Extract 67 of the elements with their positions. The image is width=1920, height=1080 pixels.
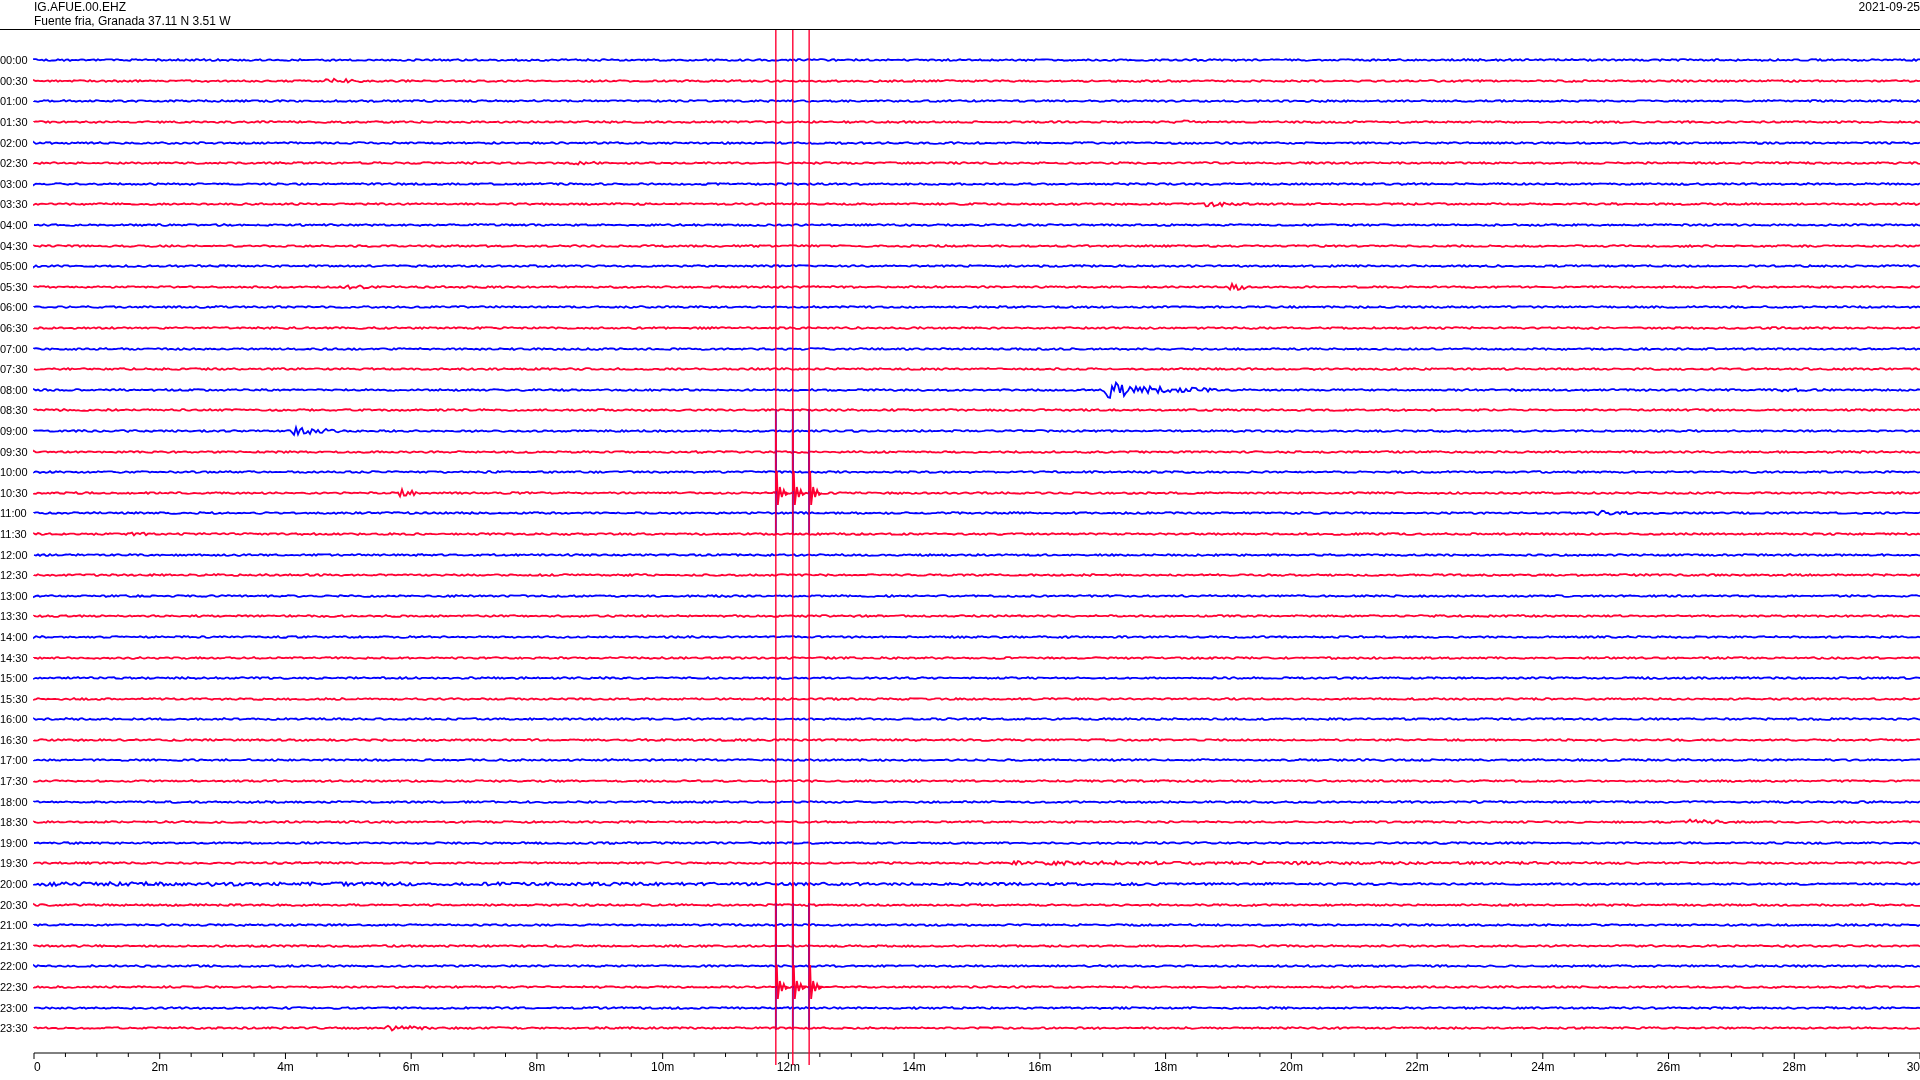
record-date: 2021-09-25 <box>1858 0 1920 14</box>
hour-label: 17:00 <box>0 754 29 767</box>
axis-label: 24m <box>1531 1059 1555 1074</box>
hour-label: 07:00 <box>0 342 29 355</box>
hour-label: 04:00 <box>0 219 29 232</box>
hour-label: 21:00 <box>0 919 29 932</box>
hour-label: 20:30 <box>0 898 29 911</box>
hour-label: 13:30 <box>0 610 29 623</box>
hour-label: 11:30 <box>0 527 28 540</box>
hour-label: 09:30 <box>0 445 29 458</box>
hour-label: 19:00 <box>0 836 29 849</box>
hour-label: 10:30 <box>0 486 29 499</box>
hour-label: 08:30 <box>0 404 29 417</box>
axis-label: 18m <box>1153 1059 1178 1074</box>
hour-label: 13:00 <box>0 589 29 602</box>
hour-label: 01:30 <box>0 116 29 129</box>
axis-label: 26m <box>1656 1059 1681 1074</box>
hour-label: 00:00 <box>0 54 29 67</box>
station-code: IG.AFUE.00.EHZ <box>34 0 128 14</box>
axis-label: 30 <box>1906 1059 1920 1074</box>
hour-label: 15:00 <box>0 672 29 685</box>
hour-label: 14:00 <box>0 630 29 643</box>
hour-label: 02:00 <box>0 136 29 149</box>
hour-label: 22:00 <box>0 960 29 973</box>
hour-label: 08:00 <box>0 383 29 396</box>
hour-label: 11:00 <box>0 507 28 520</box>
hour-label: 12:30 <box>0 569 29 582</box>
hour-label: 18:00 <box>0 795 29 808</box>
hour-label: 12:00 <box>0 548 29 561</box>
axis-label: 10m <box>651 1059 675 1074</box>
hour-label: 19:30 <box>0 857 29 870</box>
hour-label: 09:00 <box>0 425 29 437</box>
axis-label: 28m <box>1782 1059 1806 1074</box>
hour-label: 17:30 <box>0 775 29 788</box>
hour-label: 06:30 <box>0 322 29 334</box>
axis-label: 8m <box>528 1059 546 1074</box>
hour-label: 10:00 <box>0 466 29 479</box>
hour-label: 04:30 <box>0 239 29 252</box>
hour-label: 02:30 <box>0 157 29 170</box>
axis-label: 6m <box>402 1059 420 1074</box>
hour-label: 22:30 <box>0 981 29 993</box>
hour-label: 14:30 <box>0 651 29 664</box>
axis-label: 12m <box>776 1059 801 1074</box>
hour-label: 03:30 <box>0 198 29 211</box>
hour-label: 16:30 <box>0 733 29 746</box>
hour-label: 18:30 <box>0 816 29 829</box>
hour-label: 00:30 <box>0 74 29 87</box>
axis-label: 4m <box>277 1059 294 1074</box>
hour-label: 16:00 <box>0 713 29 726</box>
hour-label: 05:30 <box>0 280 29 293</box>
hour-label: 06:00 <box>0 301 29 314</box>
hour-label: 07:30 <box>0 363 29 376</box>
axis-label: 14m <box>902 1059 926 1074</box>
station-location: Fuente fria, Granada 37.11 N 3.51 W <box>34 14 231 28</box>
hour-label: 03:00 <box>0 177 29 190</box>
axis-label: 16m <box>1028 1059 1052 1074</box>
axis-label: 22m <box>1405 1059 1429 1074</box>
axis-label: 20m <box>1279 1059 1303 1074</box>
hour-label: 20:00 <box>0 878 29 891</box>
axis-label: 2m <box>151 1059 169 1074</box>
axis-label: 0 <box>34 1059 41 1074</box>
hour-label: 05:00 <box>0 260 29 273</box>
hour-label: 15:30 <box>0 692 29 705</box>
hour-label: 23:30 <box>0 1022 29 1035</box>
hour-label: 23:00 <box>0 1001 29 1014</box>
hour-label: 21:30 <box>0 939 29 952</box>
hour-label: 01:00 <box>0 95 29 108</box>
